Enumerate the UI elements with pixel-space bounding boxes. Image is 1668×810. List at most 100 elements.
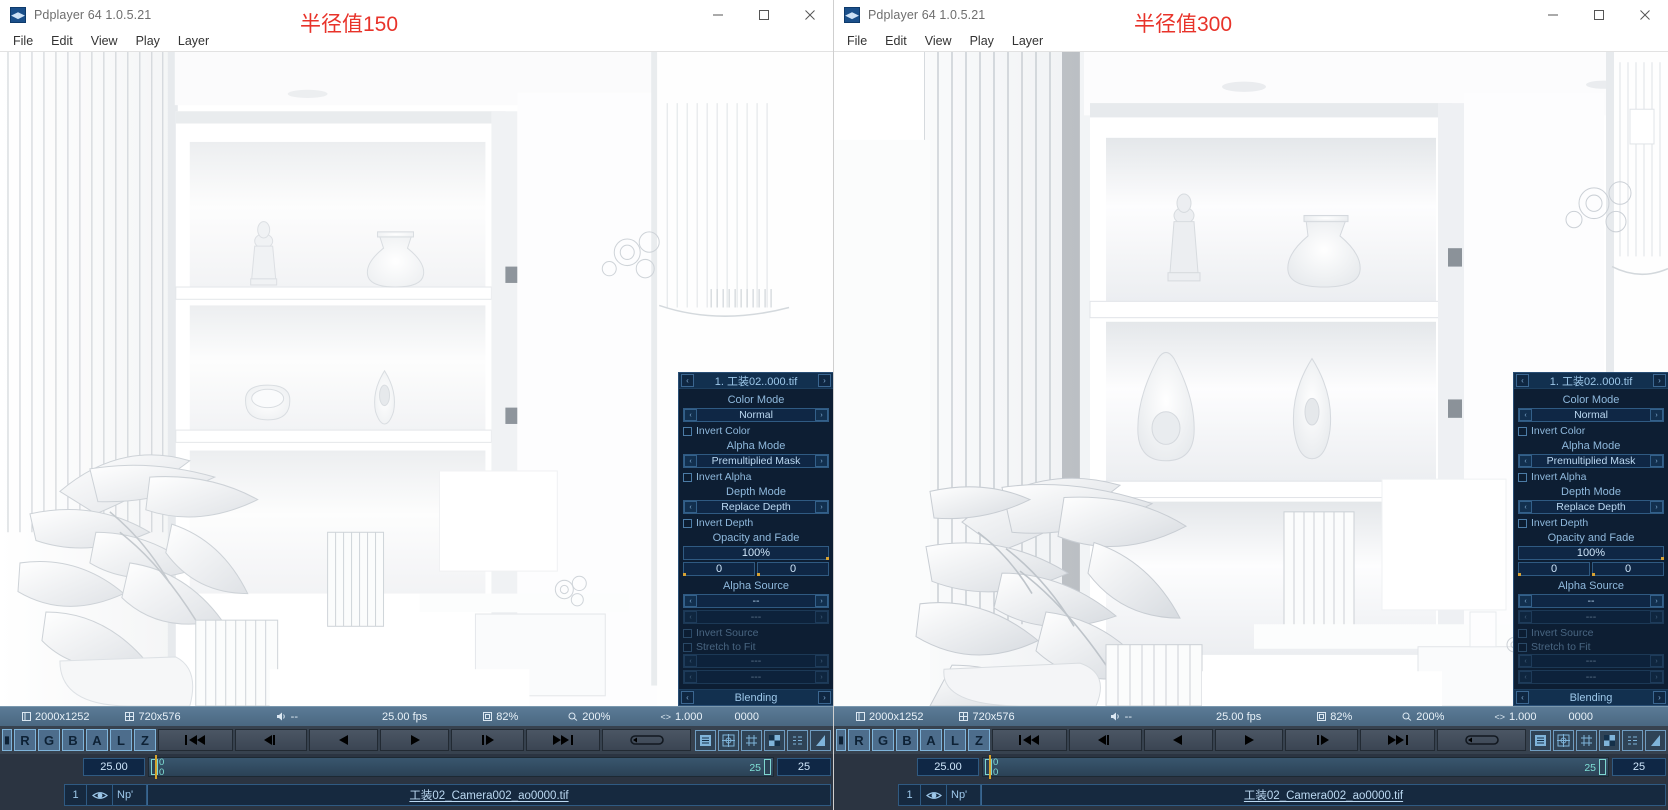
channel-button-all[interactable]: ▮ bbox=[836, 729, 846, 751]
eye-icon[interactable] bbox=[87, 785, 113, 805]
play-button[interactable] bbox=[380, 729, 449, 751]
loop-button[interactable] bbox=[602, 729, 691, 751]
chevron-right-icon[interactable]: › bbox=[1653, 691, 1666, 704]
depth-mode-combo[interactable]: ‹ Replace Depth › bbox=[683, 500, 829, 514]
layer-properties-panel[interactable]: ‹ 1. 工装02..000.tif › Color Mode ‹ Normal… bbox=[678, 372, 833, 706]
table-row[interactable]: 1 Np' 工装02_Camera002_ao0000.tif bbox=[64, 784, 831, 806]
alpha-source-combo-4[interactable]: ‹ --- › bbox=[683, 670, 829, 684]
alpha-source-combo-3[interactable]: ‹ --- › bbox=[683, 654, 829, 668]
minimize-button[interactable] bbox=[1530, 0, 1576, 30]
play-reverse-button[interactable] bbox=[309, 729, 378, 751]
invert-color-checkbox[interactable]: Invert Color bbox=[683, 424, 829, 438]
checker-view-button[interactable] bbox=[1599, 730, 1620, 751]
timeline-playhead[interactable] bbox=[155, 755, 157, 779]
chevron-left-icon[interactable]: ‹ bbox=[684, 595, 697, 607]
maximize-button[interactable] bbox=[741, 0, 787, 30]
layer-properties-panel[interactable]: ‹ 1. 工装02..000.tif › Color Mode ‹ Normal… bbox=[1513, 372, 1668, 706]
chevron-right-icon[interactable]: › bbox=[1650, 595, 1663, 607]
minimize-button[interactable] bbox=[695, 0, 741, 30]
chevron-right-icon[interactable]: › bbox=[815, 671, 828, 683]
timeline-track[interactable]: 00 25 bbox=[982, 757, 1609, 777]
menu-layer[interactable]: Layer bbox=[1003, 32, 1052, 50]
channel-button-b[interactable]: B bbox=[896, 729, 918, 751]
chevron-left-icon[interactable]: ‹ bbox=[684, 409, 697, 421]
timeline-out-handle[interactable] bbox=[764, 759, 771, 775]
chevron-left-icon[interactable]: ‹ bbox=[1519, 655, 1532, 667]
menu-layer[interactable]: Layer bbox=[169, 32, 218, 50]
eye-icon[interactable] bbox=[921, 785, 947, 805]
menu-edit[interactable]: Edit bbox=[876, 32, 916, 50]
invert-source-checkbox[interactable]: Invert Source bbox=[1518, 626, 1664, 640]
chevron-right-icon[interactable]: › bbox=[815, 595, 828, 607]
invert-depth-checkbox[interactable]: Invert Depth bbox=[1518, 516, 1664, 530]
prev-layer-arrow-icon[interactable]: ‹ bbox=[1516, 374, 1529, 387]
chevron-left-icon[interactable]: ‹ bbox=[684, 611, 697, 623]
fade-in-field[interactable]: 0 bbox=[1518, 562, 1590, 576]
channel-button-g[interactable]: G bbox=[38, 729, 60, 751]
invert-color-checkbox[interactable]: Invert Color bbox=[1518, 424, 1664, 438]
opacity-field[interactable]: 100% bbox=[683, 546, 829, 560]
grid-view-button[interactable] bbox=[1576, 730, 1597, 751]
channel-button-z[interactable]: Z bbox=[968, 729, 990, 751]
fade-in-field[interactable]: 0 bbox=[683, 562, 755, 576]
invert-source-checkbox[interactable]: Invert Source bbox=[683, 626, 829, 640]
chevron-left-icon[interactable]: ‹ bbox=[1519, 501, 1532, 513]
play-button[interactable] bbox=[1215, 729, 1284, 751]
checker-view-button[interactable] bbox=[764, 730, 785, 751]
layer-name[interactable]: 工装02_Camera002_ao0000.tif bbox=[981, 785, 1665, 805]
channel-button-r[interactable]: R bbox=[14, 729, 36, 751]
last-frame-button[interactable] bbox=[526, 729, 601, 751]
invert-alpha-checkbox[interactable]: Invert Alpha bbox=[683, 470, 829, 484]
stretch-to-fit-checkbox[interactable]: Stretch to Fit bbox=[683, 640, 829, 654]
alpha-source-combo-1[interactable]: ‹ -- › bbox=[683, 594, 829, 608]
step-back-button[interactable] bbox=[1069, 729, 1142, 751]
compare-view-button[interactable] bbox=[787, 730, 808, 751]
first-frame-button[interactable] bbox=[992, 729, 1067, 751]
invert-depth-checkbox[interactable]: Invert Depth bbox=[683, 516, 829, 530]
close-button[interactable] bbox=[787, 0, 833, 30]
channel-button-a[interactable]: A bbox=[86, 729, 108, 751]
timeline-fps-field[interactable]: 25.00 bbox=[83, 758, 145, 776]
timeline-total-field[interactable]: 25 bbox=[1612, 758, 1666, 776]
alpha-mode-combo[interactable]: ‹ Premultiplied Mask › bbox=[683, 454, 829, 468]
next-layer-arrow-icon[interactable]: › bbox=[818, 374, 831, 387]
channel-button-g[interactable]: G bbox=[872, 729, 894, 751]
chevron-right-icon[interactable]: › bbox=[1650, 611, 1663, 623]
menu-file[interactable]: File bbox=[4, 32, 42, 50]
image-viewport[interactable]: ‹ 1. 工装02..000.tif › Color Mode ‹ Normal… bbox=[0, 52, 833, 706]
grid-view-button[interactable] bbox=[741, 730, 762, 751]
channel-button-l[interactable]: L bbox=[944, 729, 966, 751]
menu-file[interactable]: File bbox=[838, 32, 876, 50]
channel-button-b[interactable]: B bbox=[62, 729, 84, 751]
center-view-button[interactable] bbox=[1553, 730, 1574, 751]
chevron-left-icon[interactable]: ‹ bbox=[1519, 671, 1532, 683]
next-layer-arrow-icon[interactable]: › bbox=[1653, 374, 1666, 387]
image-viewport[interactable]: ‹ 1. 工装02..000.tif › Color Mode ‹ Normal… bbox=[834, 52, 1668, 706]
timeline-fps-field[interactable]: 25.00 bbox=[917, 758, 979, 776]
timeline-playhead[interactable] bbox=[989, 755, 991, 779]
list-view-button[interactable] bbox=[695, 730, 716, 751]
chevron-left-icon[interactable]: ‹ bbox=[684, 501, 697, 513]
chevron-left-icon[interactable]: ‹ bbox=[681, 691, 694, 704]
color-mode-combo[interactable]: ‹ Normal › bbox=[683, 408, 829, 422]
prev-layer-arrow-icon[interactable]: ‹ bbox=[681, 374, 694, 387]
close-button[interactable] bbox=[1622, 0, 1668, 30]
chevron-right-icon[interactable]: › bbox=[1650, 501, 1663, 513]
stretch-to-fit-checkbox[interactable]: Stretch to Fit bbox=[1518, 640, 1664, 654]
step-forward-button[interactable] bbox=[1285, 729, 1358, 751]
depth-mode-combo[interactable]: ‹ Replace Depth › bbox=[1518, 500, 1664, 514]
menu-edit[interactable]: Edit bbox=[42, 32, 82, 50]
timeline-track[interactable]: 00 25 bbox=[148, 757, 774, 777]
loop-button[interactable] bbox=[1437, 729, 1526, 751]
maximize-button[interactable] bbox=[1576, 0, 1622, 30]
channel-button-r[interactable]: R bbox=[848, 729, 870, 751]
blending-section[interactable]: ‹ Blending › bbox=[679, 689, 833, 705]
opacity-field[interactable]: 100% bbox=[1518, 546, 1664, 560]
chevron-left-icon[interactable]: ‹ bbox=[684, 655, 697, 667]
layer-name[interactable]: 工装02_Camera002_ao0000.tif bbox=[147, 785, 830, 805]
channel-button-a[interactable]: A bbox=[920, 729, 942, 751]
menu-play[interactable]: Play bbox=[127, 32, 169, 50]
chevron-left-icon[interactable]: ‹ bbox=[1519, 611, 1532, 623]
compare-view-button[interactable] bbox=[1622, 730, 1643, 751]
alpha-source-combo-2[interactable]: ‹ --- › bbox=[1518, 610, 1664, 624]
